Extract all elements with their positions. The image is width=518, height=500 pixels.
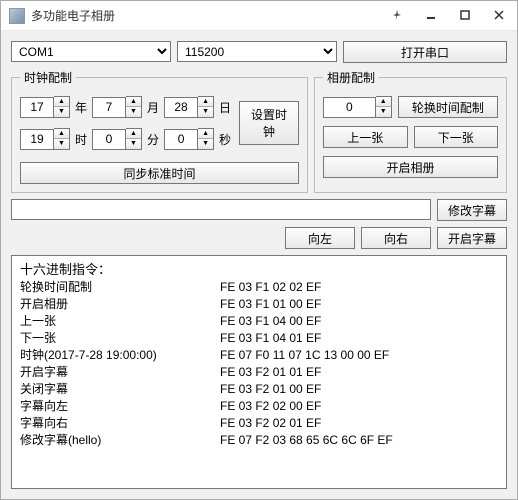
log-line: 轮换时间配制FE 03 F1 02 02 EF xyxy=(20,279,498,296)
prev-image-button[interactable]: 上一张 xyxy=(323,126,407,148)
log-line: 字幕向右FE 03 F2 02 01 EF xyxy=(20,415,498,432)
subtitle-right-button[interactable]: 向右 xyxy=(361,227,431,249)
day-spinner[interactable]: ▲▼ xyxy=(164,96,214,118)
next-image-button[interactable]: 下一张 xyxy=(414,126,498,148)
com-port-select[interactable]: COM1 xyxy=(11,41,171,62)
minimize-button[interactable] xyxy=(421,9,441,23)
window-title: 多功能电子相册 xyxy=(31,7,387,24)
set-clock-button[interactable]: 设置时钟 xyxy=(239,101,299,145)
album-legend: 相册配制 xyxy=(323,69,379,86)
maximize-button[interactable] xyxy=(455,9,475,23)
second-spinner[interactable]: ▲▼ xyxy=(164,128,214,150)
log-line: 修改字幕(hello)FE 07 F2 03 68 65 6C 6C 6F EF xyxy=(20,432,498,449)
log-output: 十六进制指令： 轮换时间配制FE 03 F1 02 02 EF开启相册FE 03… xyxy=(11,255,507,489)
up-icon[interactable]: ▲ xyxy=(54,97,69,107)
close-button[interactable] xyxy=(489,9,509,23)
clock-legend: 时钟配制 xyxy=(20,69,76,86)
subtitle-left-button[interactable]: 向左 xyxy=(285,227,355,249)
open-port-button[interactable]: 打开串口 xyxy=(343,41,507,63)
subtitle-input[interactable] xyxy=(11,199,431,220)
log-line: 上一张FE 03 F1 04 00 EF xyxy=(20,313,498,330)
client-area: COM1 115200 打开串口 时钟配制 ▲▼ 年 ▲▼ 月 xyxy=(1,31,517,499)
log-line: 时钟(2017-7-28 19:00:00)FE 07 F0 11 07 1C … xyxy=(20,347,498,364)
minute-spinner[interactable]: ▲▼ xyxy=(92,128,142,150)
sync-time-button[interactable]: 同步标准时间 xyxy=(20,162,299,184)
app-window: 多功能电子相册 COM1 115200 打开串口 xyxy=(0,0,518,500)
open-album-button[interactable]: 开启相册 xyxy=(323,156,498,178)
app-icon xyxy=(9,8,25,24)
album-index-spinner[interactable]: ▲▼ xyxy=(323,96,392,118)
pin-button[interactable] xyxy=(387,9,407,23)
month-spinner[interactable]: ▲▼ xyxy=(92,96,142,118)
log-line: 关闭字幕FE 03 F2 01 00 EF xyxy=(20,381,498,398)
rotate-time-config-button[interactable]: 轮换时间配制 xyxy=(398,96,498,118)
log-line: 开启相册FE 03 F1 01 00 EF xyxy=(20,296,498,313)
clock-config-group: 时钟配制 ▲▼ 年 ▲▼ 月 ▲▼ 日 ▲▼ 时 xyxy=(11,69,308,193)
titlebar: 多功能电子相册 xyxy=(1,1,517,31)
baud-rate-select[interactable]: 115200 xyxy=(177,41,337,62)
album-config-group: 相册配制 ▲▼ 轮换时间配制 上一张 下一张 开启相册 xyxy=(314,69,507,193)
modify-subtitle-button[interactable]: 修改字幕 xyxy=(437,199,507,221)
log-line: 开启字幕FE 03 F2 01 01 EF xyxy=(20,364,498,381)
log-line: 下一张FE 03 F1 04 01 EF xyxy=(20,330,498,347)
hour-spinner[interactable]: ▲▼ xyxy=(20,128,70,150)
down-icon[interactable]: ▼ xyxy=(54,107,69,117)
log-line: 字幕向左FE 03 F2 02 00 EF xyxy=(20,398,498,415)
year-spinner[interactable]: ▲▼ xyxy=(20,96,70,118)
open-subtitle-button[interactable]: 开启字幕 xyxy=(437,227,507,249)
